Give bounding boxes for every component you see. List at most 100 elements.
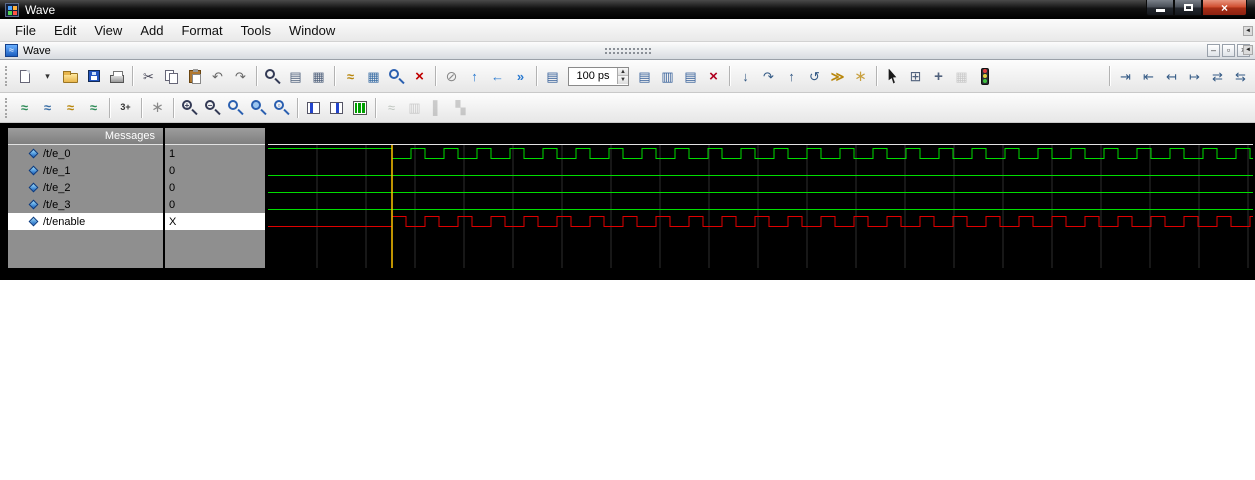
prev-falling-edge-icon[interactable]: ⇄ (1206, 65, 1229, 88)
step-over-icon[interactable]: ↷ (757, 65, 780, 88)
performance-icon[interactable]: ≫ (826, 65, 849, 88)
menu-tools[interactable]: Tools (232, 21, 280, 40)
close-button[interactable]: × (1202, 0, 1247, 16)
new-file-icon[interactable] (13, 65, 36, 88)
signal-value-row[interactable]: X (165, 213, 265, 230)
waveform-area[interactable] (268, 128, 1253, 268)
signal-value-row[interactable]: 0 (165, 179, 265, 196)
redo-icon[interactable]: ↷ (229, 65, 252, 88)
environment-back-icon[interactable]: ← (486, 65, 509, 88)
wave-pane-header[interactable]: ≈ Wave – ▫ × (0, 42, 1255, 60)
menu-add[interactable]: Add (131, 21, 172, 40)
undo-icon[interactable]: ↶ (206, 65, 229, 88)
environment-up-icon[interactable]: ↑ (463, 65, 486, 88)
add-to-wave-group-icon[interactable]: ≈ (59, 96, 82, 119)
signal-names-rows: /t/e_0/t/e_1/t/e_2/t/e_3/t/enable (8, 145, 163, 230)
maximize-button[interactable] (1174, 0, 1202, 16)
save-icon[interactable] (82, 65, 105, 88)
next-transition-icon[interactable]: ↦ (1183, 65, 1206, 88)
cut-icon[interactable]: ✂ (137, 65, 160, 88)
add-wave-icon[interactable]: ≈ (339, 65, 362, 88)
menu-file[interactable]: File (6, 21, 45, 40)
copy-icon[interactable] (160, 65, 183, 88)
run-length-input[interactable] (569, 67, 617, 85)
signal-name-row[interactable]: /t/e_2 (8, 179, 163, 196)
run-icon[interactable]: ▤ (633, 65, 656, 88)
select-cursor-icon[interactable] (325, 96, 348, 119)
environment-forward-icon[interactable]: » (509, 65, 532, 88)
pane-undock-icon[interactable]: ▫ (1222, 44, 1235, 57)
delete-cursor-icon[interactable]: ⇤ (1137, 65, 1160, 88)
menu-edit[interactable]: Edit (45, 21, 85, 40)
toolbar-separator (1109, 66, 1110, 86)
expanded-time-off-icon[interactable]: ≈ (380, 96, 403, 119)
scroll-left-icon[interactable]: ◄ (1243, 26, 1253, 36)
signal-name-row[interactable]: /t/e_1 (8, 162, 163, 179)
expanded-time-toggle-icon[interactable]: ▚ (449, 96, 472, 119)
add-to-wave-signals-icon[interactable]: ≈ (36, 96, 59, 119)
no-force-icon[interactable]: ⊘ (440, 65, 463, 88)
signal-name: /t/e_3 (43, 198, 71, 211)
next-falling-edge-icon[interactable]: ⇆ (1229, 65, 1252, 88)
delete-icon[interactable]: × (408, 65, 431, 88)
insert-divider-icon[interactable]: ▦ (362, 65, 385, 88)
pan-mode-icon[interactable]: + (927, 65, 950, 88)
restart-sim-icon[interactable]: ▤ (541, 65, 564, 88)
signal-value-row[interactable]: 0 (165, 162, 265, 179)
stop-sim-traffic-light-icon[interactable] (973, 65, 996, 88)
pane-drag-handle-icon[interactable] (604, 48, 651, 54)
menu-window[interactable]: Window (280, 21, 344, 40)
collapse-all-icon[interactable]: ▦ (307, 65, 330, 88)
signal-name-row[interactable]: /t/enable (8, 213, 163, 230)
signal-value-row[interactable]: 1 (165, 145, 265, 162)
expand-time-icon[interactable]: 3+ (114, 96, 137, 119)
break-icon[interactable]: × (702, 65, 725, 88)
add-to-wave-region-icon[interactable]: ≈ (82, 96, 105, 119)
zoom-mode-icon[interactable]: ⊞ (904, 65, 927, 88)
signal-name-row[interactable]: /t/e_0 (8, 145, 163, 162)
lock-cursor-icon[interactable] (302, 96, 325, 119)
zoom-out-icon[interactable]: − (201, 96, 224, 119)
toolbar-separator (536, 66, 537, 86)
zoom-range-icon[interactable]: ▫ (270, 96, 293, 119)
menu-view[interactable]: View (85, 21, 131, 40)
toolbar-drag-handle[interactable] (5, 66, 8, 86)
find-signal-icon[interactable] (385, 65, 408, 88)
zoom-in-on-active-cursor-icon[interactable] (247, 96, 270, 119)
pane-minimize-icon[interactable]: – (1207, 44, 1220, 57)
step-current-icon[interactable]: ↺ (803, 65, 826, 88)
toolbar-separator (141, 97, 142, 118)
step-out-icon[interactable]: ↑ (780, 65, 803, 88)
run-continue-icon[interactable]: ▥ (656, 65, 679, 88)
open-file-icon[interactable] (59, 65, 82, 88)
zoom-full-icon[interactable] (224, 96, 247, 119)
paste-icon[interactable] (183, 65, 206, 88)
print-icon[interactable] (105, 65, 128, 88)
find-icon[interactable] (261, 65, 284, 88)
select-mode-icon[interactable] (881, 65, 904, 88)
insert-cursor-icon[interactable]: ⇥ (1114, 65, 1137, 88)
minimize-button[interactable] (1146, 0, 1174, 16)
messages-header[interactable]: Messages (8, 128, 163, 145)
new-file-dropdown-icon[interactable]: ▾ (36, 65, 59, 88)
menu-format[interactable]: Format (172, 21, 231, 40)
stop-drawing-icon[interactable]: ∗ (849, 65, 872, 88)
signal-name-row[interactable]: /t/e_3 (8, 196, 163, 213)
toolbar-drag-handle[interactable] (5, 97, 8, 118)
spin-up-icon[interactable]: ▲ (618, 68, 628, 76)
expanded-time-event-icon[interactable]: ▌ (426, 96, 449, 119)
expand-all-icon[interactable]: ▤ (284, 65, 307, 88)
step-into-icon[interactable]: ↓ (734, 65, 757, 88)
wave-preferences-icon[interactable]: ∗ (146, 96, 169, 119)
signal-value-row[interactable]: 0 (165, 196, 265, 213)
show-drivers-icon[interactable] (348, 96, 371, 119)
run-all-icon[interactable]: ▤ (679, 65, 702, 88)
prev-transition-icon[interactable]: ↤ (1160, 65, 1183, 88)
zoom-in-icon[interactable]: + (178, 96, 201, 119)
add-selected-to-wave-icon[interactable]: ≈ (13, 96, 36, 119)
spin-down-icon[interactable]: ▼ (618, 76, 628, 84)
edit-mode-icon[interactable]: ▦ (950, 65, 973, 88)
expanded-time-delta-icon[interactable]: ▥ (403, 96, 426, 119)
close-icon: × (1220, 0, 1228, 15)
scroll-left-icon[interactable]: ◄ (1243, 45, 1253, 55)
